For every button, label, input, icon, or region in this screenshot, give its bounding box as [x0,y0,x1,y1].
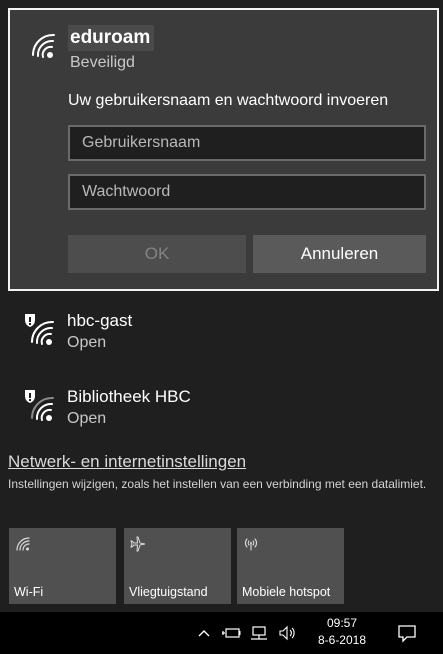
password-input[interactable] [68,174,426,210]
network-name: hbc-gast [67,311,133,330]
wifi-icon [16,537,30,551]
network-settings-link[interactable]: Netwerk- en internetinstellingen [8,452,246,472]
wifi-secured-icon [31,33,55,58]
quick-action-mobile-hotspot[interactable]: Mobiele hotspot [237,528,344,604]
action-center-icon[interactable] [396,622,418,644]
network-name: Bibliotheek HBC [67,387,191,406]
hotspot-icon [244,538,258,551]
network-flyout: eduroam Beveiligd Uw gebruikersnaam en w… [0,0,443,654]
network-status: Beveiligd [70,54,135,71]
credentials-prompt: Uw gebruikersnaam en wachtwoord invoeren [68,92,389,109]
network-status: Open [67,410,107,427]
quick-action-label: Wi-Fi [14,585,44,599]
network-name: eduroam [68,25,155,51]
cancel-button[interactable]: Annuleren [253,235,426,273]
network-ethernet-icon[interactable] [249,625,269,641]
volume-icon[interactable] [278,625,298,641]
wifi-open-icon [25,390,54,421]
network-item-bibliotheek-hbc[interactable]: Bibliotheek HBC Open [0,380,443,440]
wifi-open-icon [25,314,54,345]
taskbar: 09:57 8-6-2018 [0,612,443,654]
taskbar-clock[interactable]: 09:57 8-6-2018 [316,615,368,649]
ok-button[interactable]: OK [68,235,246,273]
airplane-icon [130,536,146,552]
clock-date: 8-6-2018 [317,633,367,647]
battery-plug-icon[interactable] [221,625,241,641]
username-input[interactable] [68,125,426,161]
quick-action-label: Mobiele hotspot [242,585,331,599]
network-status: Open [67,334,107,351]
quick-action-airplane-mode[interactable]: Vliegtuigstand [124,528,231,604]
network-settings-description: Instellingen wijzigen, zoals het instell… [8,477,427,491]
quick-action-label: Vliegtuigstand [129,585,208,599]
quick-action-wifi[interactable]: Wi-Fi [9,528,116,604]
selected-network-panel: eduroam Beveiligd Uw gebruikersnaam en w… [8,8,439,291]
clock-time: 09:57 [326,616,358,630]
chevron-up-icon[interactable] [198,628,210,638]
network-item-hbc-gast[interactable]: hbc-gast Open [0,304,443,364]
